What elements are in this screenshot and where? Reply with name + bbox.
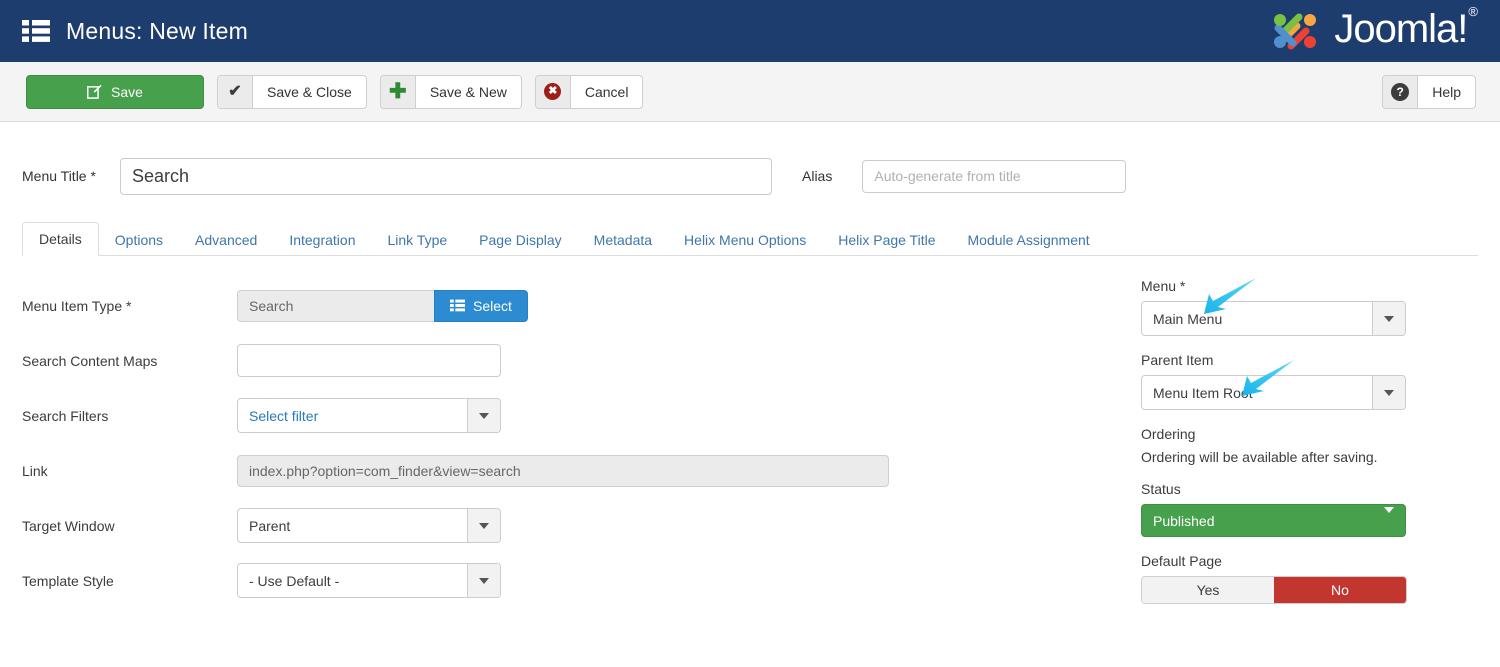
field-search-content-maps: Search Content Maps xyxy=(22,333,1128,388)
header-left: Menus: New Item xyxy=(22,18,248,45)
default-page-toggle: Yes No xyxy=(1141,576,1407,604)
tab-advanced[interactable]: Advanced xyxy=(179,224,273,256)
field-default-page: Default Page Yes No xyxy=(1141,553,1478,604)
field-parent-item: Parent Item Menu Item Root xyxy=(1141,352,1478,410)
app-header: Menus: New Item Joomla!® xyxy=(0,0,1500,62)
page-title: Menus: New Item xyxy=(66,18,248,45)
tab-options[interactable]: Options xyxy=(99,224,179,256)
tab-bar: Details Options Advanced Integration Lin… xyxy=(22,220,1478,256)
alias-input[interactable] xyxy=(862,160,1126,193)
tab-helix-page-title[interactable]: Helix Page Title xyxy=(822,224,951,256)
tab-helix-menu-options[interactable]: Helix Menu Options xyxy=(668,224,822,256)
save-and-new-button[interactable]: ✚ Save & New xyxy=(380,75,522,109)
target-window-label: Target Window xyxy=(22,518,237,534)
chevron-down-icon xyxy=(467,509,500,542)
tab-page-display[interactable]: Page Display xyxy=(463,224,578,256)
default-page-no-option[interactable]: No xyxy=(1274,577,1406,603)
cancel-circle-icon: ✖ xyxy=(536,76,571,108)
form-left-column: Menu Item Type * Search Select Se xyxy=(0,278,1128,620)
save-button[interactable]: Save xyxy=(26,75,204,109)
parent-item-select[interactable]: Menu Item Root xyxy=(1141,375,1406,410)
field-status: Status Published xyxy=(1141,481,1478,537)
field-menu-item-type: Menu Item Type * Search Select xyxy=(22,278,1128,333)
menu-value: Main Menu xyxy=(1142,302,1372,335)
menu-item-type-label: Menu Item Type * xyxy=(22,298,237,314)
tab-details[interactable]: Details xyxy=(22,222,99,256)
search-content-maps-label: Search Content Maps xyxy=(22,353,237,369)
search-filters-label: Search Filters xyxy=(22,408,237,424)
target-window-value: Parent xyxy=(238,509,467,542)
menu-title-label: Menu Title * xyxy=(22,168,120,184)
chevron-down-icon xyxy=(1384,513,1394,529)
cancel-button[interactable]: ✖ Cancel xyxy=(535,75,644,109)
menu-item-type-select-button[interactable]: Select xyxy=(434,290,528,322)
form-right-column: Menu * Main Menu Parent Item Menu Item R… xyxy=(1128,278,1478,620)
chevron-down-icon xyxy=(1372,376,1405,409)
template-style-label: Template Style xyxy=(22,573,237,589)
joomla-brand-icon xyxy=(1266,8,1324,54)
toolbar: Save ✔ Save & Close ✚ Save & New ✖ Cance… xyxy=(0,62,1500,122)
ordering-label: Ordering xyxy=(1141,426,1478,442)
registered-mark: ® xyxy=(1468,4,1477,19)
target-window-select[interactable]: Parent xyxy=(237,508,501,543)
link-label: Link xyxy=(22,463,237,479)
field-ordering: Ordering Ordering will be available afte… xyxy=(1141,426,1478,465)
field-template-style: Template Style - Use Default - xyxy=(22,553,1128,608)
chevron-down-icon xyxy=(467,399,500,432)
field-link: Link index.php?option=com_finder&view=se… xyxy=(22,443,1128,498)
form-area: Menu Item Type * Search Select Se xyxy=(0,256,1500,620)
menu-select[interactable]: Main Menu xyxy=(1141,301,1406,336)
tab-metadata[interactable]: Metadata xyxy=(578,224,668,256)
plus-icon: ✚ xyxy=(381,76,416,108)
default-page-label: Default Page xyxy=(1141,553,1478,569)
tab-module-assignment[interactable]: Module Assignment xyxy=(952,224,1106,256)
field-search-filters: Search Filters Select filter xyxy=(22,388,1128,443)
question-circle-icon: ? xyxy=(1383,76,1418,108)
template-style-value: - Use Default - xyxy=(238,564,467,597)
ordering-note: Ordering will be available after saving. xyxy=(1141,449,1478,465)
chevron-down-icon xyxy=(467,564,500,597)
tab-link-type[interactable]: Link Type xyxy=(372,224,464,256)
menu-title-input[interactable] xyxy=(120,158,772,195)
status-label: Status xyxy=(1141,481,1478,497)
menu-item-type-value: Search xyxy=(237,290,434,322)
parent-item-value: Menu Item Root xyxy=(1142,376,1372,409)
default-page-yes-option[interactable]: Yes xyxy=(1142,577,1274,603)
field-menu: Menu * Main Menu xyxy=(1141,278,1478,336)
save-and-new-label: Save & New xyxy=(416,76,521,108)
joomla-wordmark: Joomla!® xyxy=(1334,9,1476,49)
joomla-logo: Joomla!® xyxy=(1266,8,1476,54)
list-grid-icon xyxy=(450,299,465,312)
title-row: Menu Title * Alias xyxy=(0,122,1500,202)
tab-integration[interactable]: Integration xyxy=(273,224,371,256)
search-content-maps-input[interactable] xyxy=(237,344,501,377)
template-style-select[interactable]: - Use Default - xyxy=(237,563,501,598)
save-and-close-button[interactable]: ✔ Save & Close xyxy=(217,75,367,109)
status-select[interactable]: Published xyxy=(1141,504,1406,537)
edit-square-icon xyxy=(87,84,102,99)
help-label: Help xyxy=(1418,76,1475,108)
field-target-window: Target Window Parent xyxy=(22,498,1128,553)
list-grid-icon[interactable] xyxy=(22,19,50,43)
parent-item-label: Parent Item xyxy=(1141,352,1478,368)
menu-label: Menu * xyxy=(1141,278,1478,294)
link-value: index.php?option=com_finder&view=search xyxy=(237,455,889,487)
search-filters-value: Select filter xyxy=(238,399,467,432)
toolbar-buttons: Save ✔ Save & Close ✚ Save & New ✖ Cance… xyxy=(26,75,643,109)
search-filters-select[interactable]: Select filter xyxy=(237,398,501,433)
status-value: Published xyxy=(1153,513,1215,529)
check-icon: ✔ xyxy=(218,76,253,108)
joomla-wordmark-text: Joomla! xyxy=(1334,7,1467,51)
select-button-label: Select xyxy=(473,298,512,314)
chevron-down-icon xyxy=(1372,302,1405,335)
cancel-label: Cancel xyxy=(571,76,643,108)
save-and-close-label: Save & Close xyxy=(253,76,366,108)
alias-label: Alias xyxy=(802,168,832,184)
help-button[interactable]: ? Help xyxy=(1382,75,1476,109)
save-button-label: Save xyxy=(111,84,143,100)
